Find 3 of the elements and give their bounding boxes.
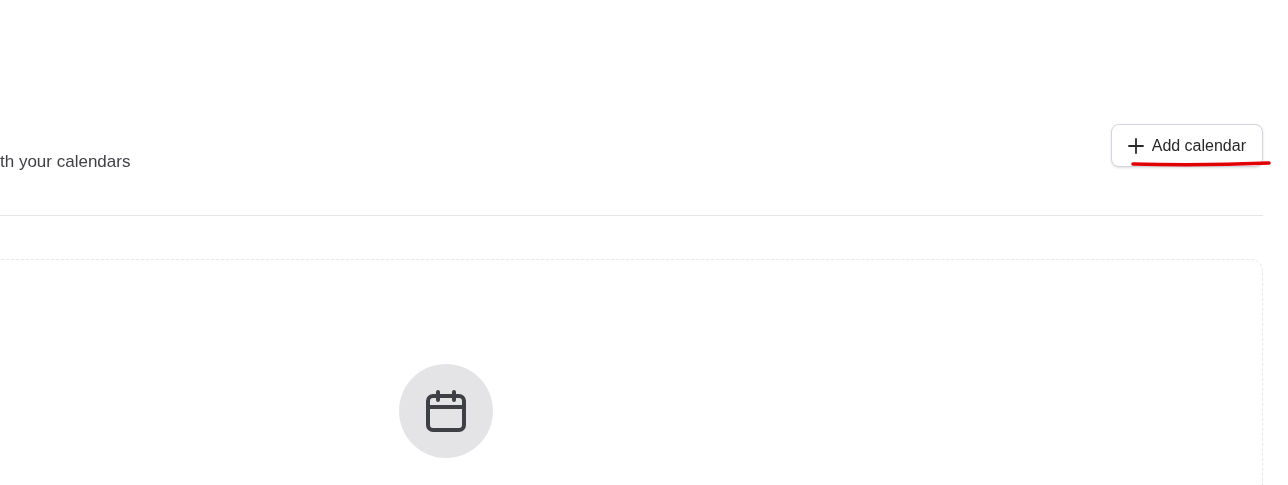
plus-icon bbox=[1127, 137, 1144, 154]
add-calendar-button[interactable]: Add calendar bbox=[1110, 124, 1263, 167]
page-subtitle: th your calendars bbox=[0, 151, 131, 173]
